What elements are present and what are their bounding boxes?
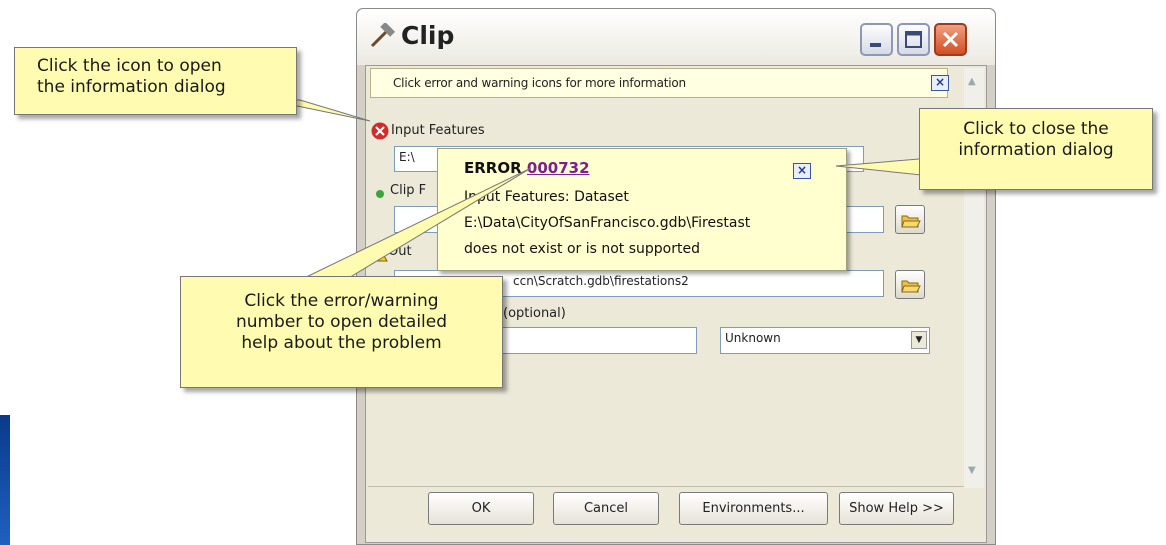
callout-close-tip: Click to close the information dialog: [919, 108, 1153, 190]
callout-line: information dialog: [958, 140, 1114, 160]
callout-icon-tip: Click the icon to open the information d…: [14, 47, 297, 115]
callout-line: number to open detailed: [235, 312, 448, 332]
callout-line: Click to close the: [963, 119, 1109, 139]
callout-number-tip: Click the error/warning number to open d…: [180, 276, 503, 388]
callout-line: Click the error/warning: [244, 291, 439, 311]
callout-line: Click the icon to open: [37, 56, 222, 76]
callout-line: help about the problem: [241, 333, 442, 353]
callout-line: the information dialog: [37, 77, 226, 97]
